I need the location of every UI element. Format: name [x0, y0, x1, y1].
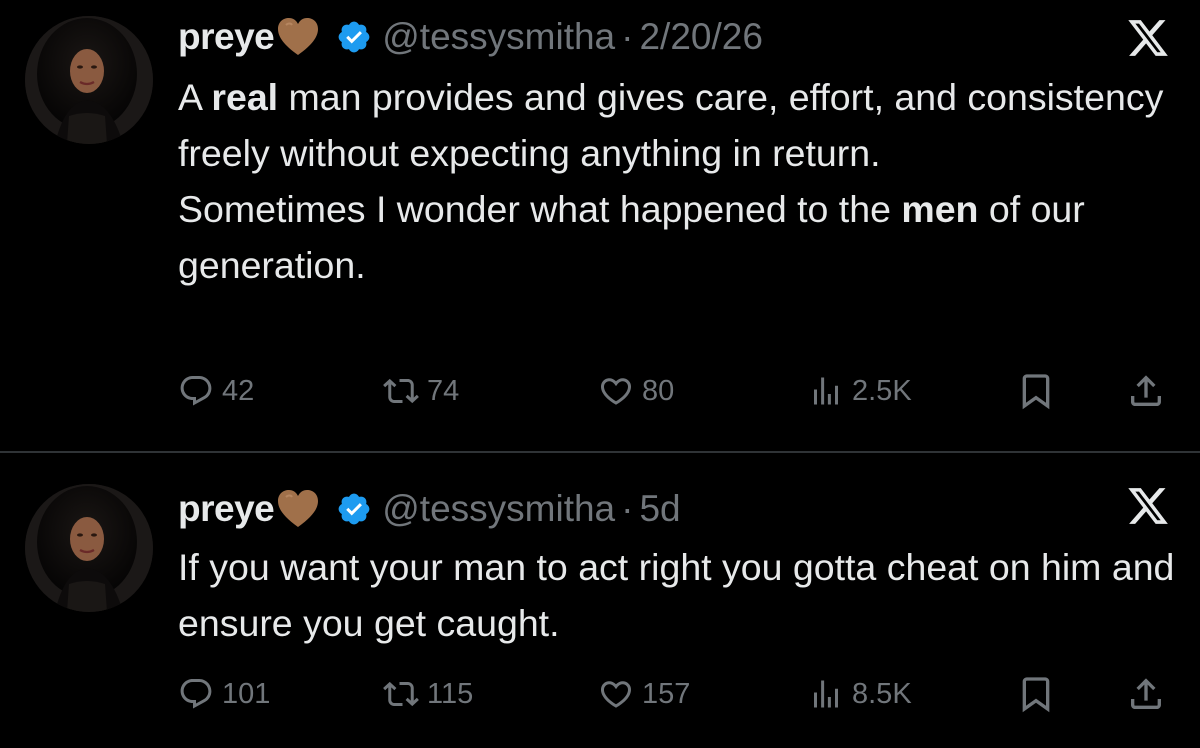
reply-button[interactable]: 101: [178, 669, 270, 719]
share-icon: [1131, 678, 1161, 709]
reply-icon: [180, 679, 212, 709]
tweet-text: If you want your man to act right you go…: [178, 539, 1178, 651]
like-button[interactable]: 157: [598, 669, 690, 719]
heart-icon: [600, 681, 632, 708]
repost-count: 115: [427, 677, 474, 710]
bookmark-button[interactable]: [1016, 669, 1056, 719]
tweet-actions: 101 115 157 8.5K: [178, 669, 1178, 719]
views-count: 8.5K: [852, 677, 912, 710]
like-count: 157: [642, 677, 691, 710]
bookmark-icon: [1022, 677, 1050, 713]
views-icon: [814, 680, 838, 708]
reply-count: 101: [222, 677, 271, 710]
share-button[interactable]: [1126, 669, 1166, 719]
repost-icon: [383, 681, 419, 707]
tweet-paragraph: If you want your man to act right you go…: [178, 546, 1175, 644]
views-button[interactable]: 8.5K: [808, 669, 912, 719]
x-logo-icon[interactable]: [1126, 484, 1170, 528]
repost-button[interactable]: 115: [383, 669, 473, 719]
